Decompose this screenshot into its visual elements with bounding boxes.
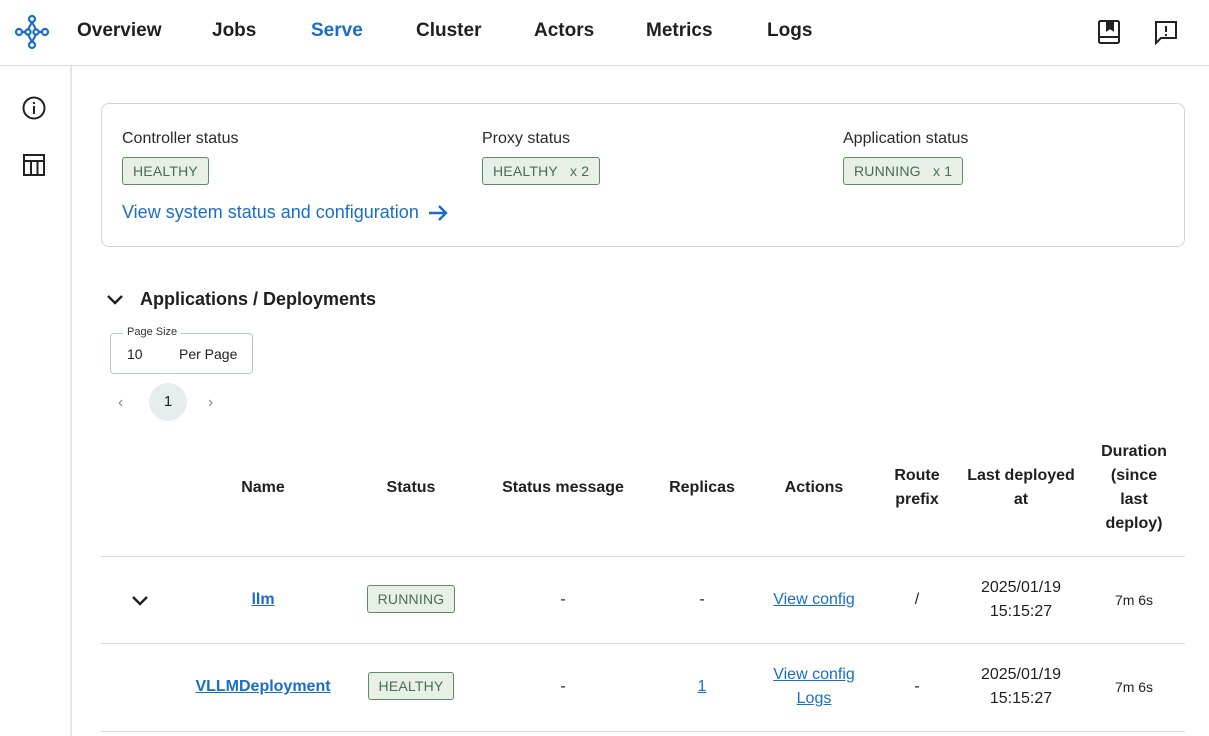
replicas-link[interactable]: 1 bbox=[698, 678, 707, 695]
row-last-deployed-date: 2025/01/19 bbox=[980, 579, 1062, 596]
nav-logs[interactable]: Logs bbox=[767, 20, 812, 42]
pagination-page-1[interactable]: 1 bbox=[149, 383, 187, 421]
section-title: Applications / Deployments bbox=[140, 288, 377, 309]
proxy-status-badge: HEALTHY x 2 bbox=[482, 157, 601, 185]
chevron-down-icon[interactable] bbox=[104, 288, 126, 310]
view-system-status-text: View system status and configuration bbox=[122, 202, 419, 222]
nav-metrics[interactable]: Metrics bbox=[646, 20, 713, 42]
ray-logo-icon[interactable] bbox=[14, 14, 50, 50]
info-icon[interactable] bbox=[21, 95, 47, 121]
table-icon[interactable] bbox=[21, 152, 47, 178]
page-size-select[interactable]: Page Size 10 Per Page bbox=[110, 326, 253, 374]
application-status-badge: RUNNING x 1 bbox=[843, 157, 964, 185]
proxy-status: Proxy status HEALTHY x 2 bbox=[482, 130, 601, 185]
header-name: Name bbox=[241, 479, 285, 496]
row-status-badge: RUNNING bbox=[366, 585, 456, 613]
docs-book-icon[interactable] bbox=[1096, 19, 1122, 45]
controller-status-label: Controller status bbox=[122, 130, 239, 147]
row-duration: 7m 6s bbox=[1114, 679, 1154, 695]
row-duration: 7m 6s bbox=[1114, 592, 1154, 608]
row-replicas: - bbox=[699, 591, 705, 608]
view-system-status-link[interactable]: View system status and configuration bbox=[122, 202, 449, 223]
row-status-message: - bbox=[560, 678, 566, 695]
page-size-label: Page Size bbox=[123, 326, 182, 338]
app-name-link[interactable]: llm bbox=[251, 591, 274, 608]
header-status: Status bbox=[386, 479, 436, 496]
expand-row-chevron-icon[interactable] bbox=[129, 589, 151, 611]
row-last-deployed-date: 2025/01/19 bbox=[980, 666, 1062, 683]
pagination-next-icon[interactable]: › bbox=[208, 394, 213, 412]
top-navigation-bar: Overview Jobs Serve Cluster Actors Metri… bbox=[0, 0, 1209, 66]
table-divider bbox=[101, 556, 1185, 557]
table-divider bbox=[101, 643, 1185, 644]
row-status-badge: HEALTHY bbox=[367, 672, 455, 700]
header-replicas: Replicas bbox=[669, 479, 735, 496]
nav-jobs[interactable]: Jobs bbox=[212, 20, 256, 42]
controller-status-badge: HEALTHY bbox=[122, 157, 209, 185]
side-navigation bbox=[0, 66, 72, 736]
nav-actors[interactable]: Actors bbox=[534, 20, 594, 42]
feedback-icon[interactable] bbox=[1153, 19, 1179, 45]
header-route-prefix: Route prefix bbox=[894, 467, 940, 508]
view-config-link[interactable]: View config bbox=[773, 666, 855, 683]
nav-cluster[interactable]: Cluster bbox=[416, 20, 481, 42]
application-status-label: Application status bbox=[843, 130, 969, 147]
table-divider bbox=[101, 731, 1185, 732]
header-last-deployed: Last deployed at bbox=[967, 467, 1075, 508]
page-size-unit: Per Page bbox=[179, 346, 238, 362]
nav-serve[interactable]: Serve bbox=[311, 20, 363, 42]
row-status-message: - bbox=[560, 591, 566, 608]
applications-section-header[interactable]: Applications / Deployments bbox=[104, 288, 376, 310]
arrow-right-icon bbox=[428, 204, 448, 221]
proxy-status-label: Proxy status bbox=[482, 130, 571, 147]
deployment-name-link[interactable]: VLLMDeployment bbox=[195, 678, 330, 695]
logs-link[interactable]: Logs bbox=[797, 690, 832, 707]
nav-overview[interactable]: Overview bbox=[77, 20, 162, 42]
header-status-message: Status message bbox=[502, 479, 624, 496]
header-duration: Duration (since last deploy) bbox=[1101, 443, 1167, 532]
row-last-deployed-time: 15:15:27 bbox=[989, 603, 1053, 620]
application-status: Application status RUNNING x 1 bbox=[843, 130, 969, 185]
page-size-value: 10 bbox=[127, 346, 143, 362]
controller-status: Controller status HEALTHY bbox=[122, 130, 239, 185]
row-route-prefix: - bbox=[914, 678, 920, 695]
view-config-link[interactable]: View config bbox=[773, 591, 855, 608]
row-route-prefix: / bbox=[914, 591, 920, 608]
row-last-deployed-time: 15:15:27 bbox=[989, 690, 1053, 707]
pagination-prev-icon[interactable]: ‹ bbox=[118, 394, 123, 412]
serve-status-card: Controller status HEALTHY Proxy status H… bbox=[101, 103, 1185, 247]
header-actions: Actions bbox=[784, 479, 844, 496]
